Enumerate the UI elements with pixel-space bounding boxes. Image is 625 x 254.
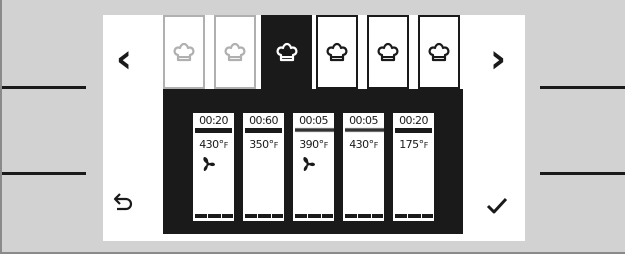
temperature-value: 390° (299, 138, 324, 151)
temperature-unit: F (423, 141, 429, 150)
bezel-line-left-bottom (0, 172, 86, 175)
heat-wave-icon (295, 127, 335, 133)
bezel-line-right-bottom (540, 172, 625, 175)
temperature-unit: F (373, 141, 379, 150)
heat-wave-icon (345, 127, 385, 133)
step-footer-segment (395, 214, 407, 218)
step-footer-segment (308, 214, 321, 218)
step-footer-segment (245, 214, 257, 218)
cooking-step-3[interactable]: 00:05 390°F (291, 111, 336, 223)
step-footer-segment (195, 214, 207, 218)
step-footer-segment (408, 214, 421, 218)
program-tab-3[interactable] (261, 15, 312, 89)
step-time: 00:60 (249, 114, 278, 127)
next-button[interactable]: › (487, 39, 509, 79)
program-tab-6[interactable] (418, 15, 460, 89)
program-tab-5[interactable] (367, 15, 409, 89)
step-footer-segment (258, 214, 271, 218)
step-temperature: 390°F (293, 138, 334, 151)
bezel-line-right-top (540, 86, 625, 89)
step-footer-segment (208, 214, 221, 218)
back-button[interactable] (112, 190, 136, 212)
step-time: 00:20 (399, 114, 428, 127)
temperature-unit: F (323, 141, 329, 150)
chef-hat-icon (428, 42, 450, 62)
step-temperature: 430°F (193, 138, 234, 151)
heat-bar-indicator (395, 128, 432, 133)
program-tab-4[interactable] (316, 15, 358, 89)
temperature-unit: F (223, 141, 229, 150)
chef-hat-icon (377, 42, 399, 62)
step-footer-segment (345, 214, 357, 218)
cooking-step-2[interactable]: 00:60 350°F (241, 111, 286, 223)
step-footer-segment (322, 214, 333, 218)
oven-display: ‹ › 00:20 430°F 00:60 350°F 00:05 390°F 00:05 4… (103, 15, 525, 241)
chef-hat-icon (276, 42, 297, 62)
program-tab-2[interactable] (214, 15, 256, 89)
confirm-button[interactable] (485, 195, 509, 217)
program-tab-1[interactable] (163, 15, 205, 89)
bezel-line-left-top (0, 86, 86, 89)
step-footer-segment (295, 214, 307, 218)
step-footer-segment (372, 214, 383, 218)
step-footer-segment (422, 214, 433, 218)
step-time: 00:05 (299, 114, 328, 127)
step-time: 00:20 (199, 114, 228, 127)
heat-bar-indicator (245, 128, 282, 133)
steps-panel: 00:20 430°F 00:60 350°F 00:05 390°F 00:05 430°F… (163, 89, 463, 234)
check-icon (486, 197, 508, 214)
temperature-value: 175° (399, 138, 424, 151)
temperature-value: 430° (349, 138, 374, 151)
back-arrow-icon (113, 193, 133, 211)
cooking-step-4[interactable]: 00:05 430°F (341, 111, 386, 223)
temperature-value: 350° (249, 138, 274, 151)
step-temperature: 350°F (243, 138, 284, 151)
step-temperature: 430°F (343, 138, 384, 151)
prev-button[interactable]: ‹ (113, 39, 135, 79)
fan-icon (203, 157, 215, 171)
step-footer-segment (272, 214, 283, 218)
cooking-step-1[interactable]: 00:20 430°F (191, 111, 236, 223)
step-time: 00:05 (349, 114, 378, 127)
chef-hat-icon (326, 42, 348, 62)
chef-hat-icon (224, 42, 246, 62)
fan-icon (303, 157, 315, 171)
heat-bar-indicator (195, 128, 232, 133)
chef-hat-icon (173, 42, 195, 62)
step-footer-segment (358, 214, 371, 218)
step-footer-segment (222, 214, 233, 218)
frame-edge-left (0, 0, 2, 254)
cooking-step-5[interactable]: 00:20 175°F (391, 111, 436, 223)
temperature-value: 430° (199, 138, 224, 151)
step-temperature: 175°F (393, 138, 434, 151)
temperature-unit: F (273, 141, 279, 150)
